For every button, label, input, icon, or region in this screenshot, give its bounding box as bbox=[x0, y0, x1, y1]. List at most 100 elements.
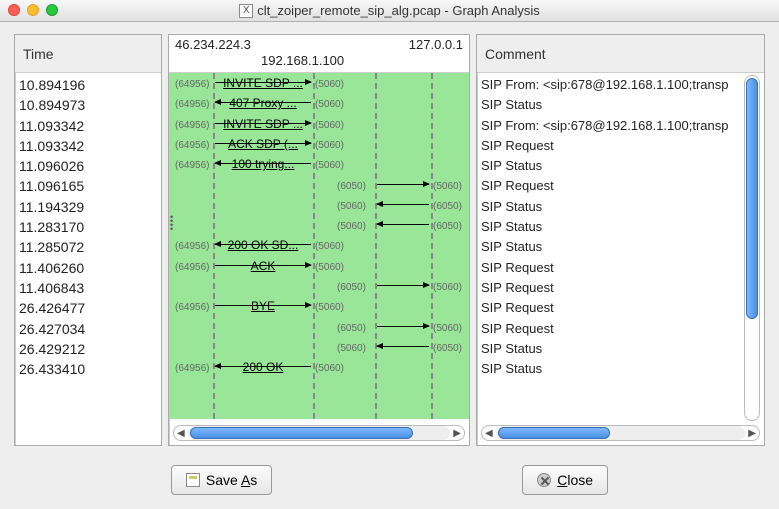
close-button[interactable]: Close bbox=[522, 465, 608, 495]
time-item[interactable]: 26.429212 bbox=[19, 339, 157, 359]
scroll-right-icon[interactable]: ▶ bbox=[745, 428, 759, 439]
port-label: (64956) bbox=[175, 140, 209, 151]
port-label: (5060) bbox=[337, 221, 366, 232]
message-label: 200 OK SD... bbox=[215, 238, 311, 252]
comment-item[interactable]: SIP Status bbox=[481, 237, 760, 257]
port-label: (6050) bbox=[433, 201, 462, 212]
time-item[interactable]: 11.285072 bbox=[19, 237, 157, 257]
comment-item[interactable]: SIP From: <sip:678@192.168.1.100;transp bbox=[481, 116, 760, 136]
arrow-right-icon: ACK bbox=[215, 265, 311, 266]
port-label: (5060) bbox=[337, 343, 366, 354]
flow-row[interactable]: (64956)(5060)INVITE SDP ... bbox=[169, 114, 469, 134]
port-label: (5060) bbox=[315, 79, 344, 90]
flow-row[interactable]: (64956)(5060)407 Proxy ... bbox=[169, 93, 469, 113]
port-label: (6050) bbox=[337, 282, 366, 293]
message-label: INVITE SDP ... bbox=[215, 76, 311, 90]
port-label: (64956) bbox=[175, 79, 209, 90]
flow-row[interactable]: (64956) (5060) ACK SDP (... bbox=[169, 134, 469, 154]
comment-list: SIP From: <sip:678@192.168.1.100;transpS… bbox=[477, 73, 764, 381]
flow-row[interactable]: (64956) (5060) 200 OK SD... bbox=[169, 235, 469, 255]
comment-item[interactable]: SIP Request bbox=[481, 298, 760, 318]
scroll-left-icon[interactable]: ◀ bbox=[174, 428, 188, 439]
comment-item[interactable]: SIP Request bbox=[481, 258, 760, 278]
port-label: (5060) bbox=[315, 302, 344, 313]
port-label: (64956) bbox=[175, 302, 209, 313]
comment-hscroll[interactable]: ◀ ▶ bbox=[481, 425, 760, 441]
comment-pane: Comment SIP From: <sip:678@192.168.1.100… bbox=[476, 34, 765, 446]
comment-header: Comment bbox=[477, 35, 764, 73]
zoom-window-icon[interactable] bbox=[46, 4, 58, 16]
comment-item[interactable]: SIP Request bbox=[481, 136, 760, 156]
comment-item[interactable]: SIP Request bbox=[481, 176, 760, 196]
scroll-right-icon[interactable]: ▶ bbox=[450, 428, 464, 439]
window-title-text: clt_zoiper_remote_sip_alg.pcap - Graph A… bbox=[257, 3, 540, 18]
comment-item[interactable]: SIP Request bbox=[481, 278, 760, 298]
port-label: (5060) bbox=[315, 241, 344, 252]
time-header: Time bbox=[15, 35, 161, 73]
flow-row[interactable]: (64956) (5060) INVITE SDP ... bbox=[169, 73, 469, 93]
flow-header: 46.234.224.3 192.168.1.100 127.0.0.1 bbox=[169, 35, 469, 73]
close-window-icon[interactable] bbox=[8, 4, 20, 16]
time-item[interactable]: 11.093342 bbox=[19, 136, 157, 156]
port-label: (5060) bbox=[433, 282, 462, 293]
time-item[interactable]: 11.194329 bbox=[19, 197, 157, 217]
flow-row[interactable]: (64956) (5060) BYE bbox=[169, 296, 469, 316]
time-item[interactable]: 11.406843 bbox=[19, 278, 157, 298]
arrow-right-icon: INVITE SDP ... bbox=[215, 123, 311, 124]
comment-item[interactable]: SIP Status bbox=[481, 197, 760, 217]
flow-body[interactable]: (64956)(5060)INVITE SDP ...(64956)(5060)… bbox=[169, 73, 469, 445]
port-label: (5060) bbox=[433, 181, 462, 192]
port-label: (64956) bbox=[175, 241, 209, 252]
port-label: (5060) bbox=[315, 140, 344, 151]
flow-hscroll[interactable]: ◀ ▶ bbox=[173, 425, 465, 441]
flow-row[interactable]: (64956) (5060) 200 OK bbox=[169, 357, 469, 377]
comment-vscroll[interactable] bbox=[744, 75, 760, 421]
flow-row[interactable]: (5060)(6050) bbox=[169, 215, 469, 235]
minimize-window-icon[interactable] bbox=[27, 4, 39, 16]
message-label: ACK bbox=[215, 259, 311, 273]
arrow-left-icon: 100 trying... bbox=[215, 163, 311, 164]
arrow-right-icon bbox=[377, 285, 429, 286]
flow-row[interactable]: (64956)(5060)100 trying... bbox=[169, 154, 469, 174]
scroll-left-icon[interactable]: ◀ bbox=[482, 428, 496, 439]
arrow-right-icon: ACK SDP (... bbox=[215, 143, 311, 144]
flow-row[interactable]: (6050) (5060) bbox=[169, 276, 469, 296]
time-item[interactable]: 26.433410 bbox=[19, 359, 157, 379]
time-item[interactable]: 11.096165 bbox=[19, 176, 157, 196]
time-item[interactable]: 11.283170 bbox=[19, 217, 157, 237]
port-label: (5060) bbox=[337, 201, 366, 212]
comment-item[interactable]: SIP Status bbox=[481, 156, 760, 176]
comment-body: SIP From: <sip:678@192.168.1.100;transpS… bbox=[477, 73, 764, 445]
comment-item[interactable]: SIP Status bbox=[481, 95, 760, 115]
port-label: (64956) bbox=[175, 363, 209, 374]
time-item[interactable]: 26.427034 bbox=[19, 319, 157, 339]
time-pane: Time 10.89419610.89497311.09334211.09334… bbox=[14, 34, 162, 446]
save-as-button[interactable]: Save As bbox=[171, 465, 272, 495]
time-item[interactable]: 11.093342 bbox=[19, 116, 157, 136]
comment-item[interactable]: SIP From: <sip:678@192.168.1.100;transp bbox=[481, 75, 760, 95]
overflow-dots-icon: •••• bbox=[170, 215, 172, 231]
message-label: BYE bbox=[215, 299, 311, 313]
flow-row[interactable]: (6050)(5060) bbox=[169, 317, 469, 337]
comment-item[interactable]: SIP Request bbox=[481, 319, 760, 339]
port-label: (5060) bbox=[315, 363, 344, 374]
message-label: 200 OK bbox=[215, 360, 311, 374]
flow-row[interactable]: (5060) (6050) bbox=[169, 195, 469, 215]
port-label: (5060) bbox=[315, 262, 344, 273]
app-x-icon: X bbox=[239, 4, 253, 18]
comment-item[interactable]: SIP Status bbox=[481, 359, 760, 379]
flow-row[interactable]: (5060)(6050) bbox=[169, 337, 469, 357]
flow-row[interactable]: (6050)(5060) bbox=[169, 175, 469, 195]
arrow-left-icon: 407 Proxy ... bbox=[215, 102, 311, 103]
time-body: 10.89419610.89497311.09334211.09334211.0… bbox=[15, 73, 161, 445]
time-item[interactable]: 11.406260 bbox=[19, 258, 157, 278]
comment-item[interactable]: SIP Status bbox=[481, 339, 760, 359]
comment-item[interactable]: SIP Status bbox=[481, 217, 760, 237]
port-label: (64956) bbox=[175, 262, 209, 273]
message-label: 407 Proxy ... bbox=[215, 96, 311, 110]
time-item[interactable]: 11.096026 bbox=[19, 156, 157, 176]
time-item[interactable]: 10.894196 bbox=[19, 75, 157, 95]
time-item[interactable]: 26.426477 bbox=[19, 298, 157, 318]
time-item[interactable]: 10.894973 bbox=[19, 95, 157, 115]
flow-row[interactable]: (64956) (5060) ACK bbox=[169, 256, 469, 276]
